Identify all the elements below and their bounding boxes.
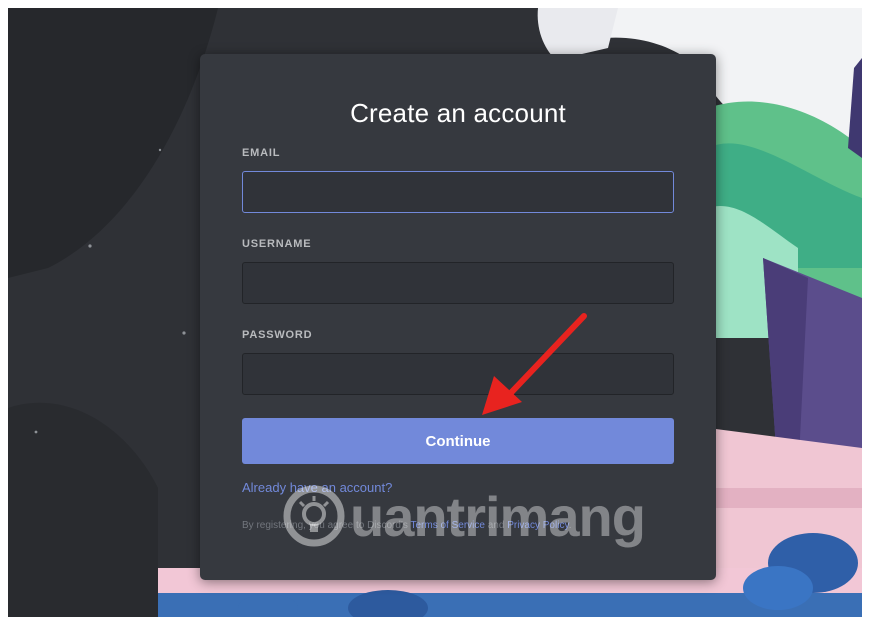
terms-suffix: .	[568, 520, 572, 531]
email-label: EMAIL	[242, 147, 281, 159]
create-account-dialog: Create an account EMAIL USERNAME PASSWOR…	[200, 54, 716, 580]
privacy-policy-link[interactable]: Privacy Policy	[507, 520, 569, 531]
screenshot-frame: Create an account EMAIL USERNAME PASSWOR…	[8, 8, 862, 617]
password-field[interactable]	[242, 353, 674, 395]
password-label: PASSWORD	[242, 329, 313, 341]
dialog-title: Create an account	[350, 98, 566, 128]
username-field[interactable]	[242, 262, 674, 304]
terms-prefix: By registering, you agree to Discord's	[242, 520, 411, 531]
email-field[interactable]	[242, 171, 674, 213]
username-label: USERNAME	[242, 238, 312, 250]
terms-notice: By registering, you agree to Discord's T…	[242, 519, 674, 533]
login-link[interactable]: Already have an account?	[242, 480, 392, 495]
terms-of-service-link[interactable]: Terms of Service	[410, 520, 484, 531]
continue-button[interactable]: Continue	[242, 418, 674, 464]
terms-middle: and	[484, 520, 508, 531]
